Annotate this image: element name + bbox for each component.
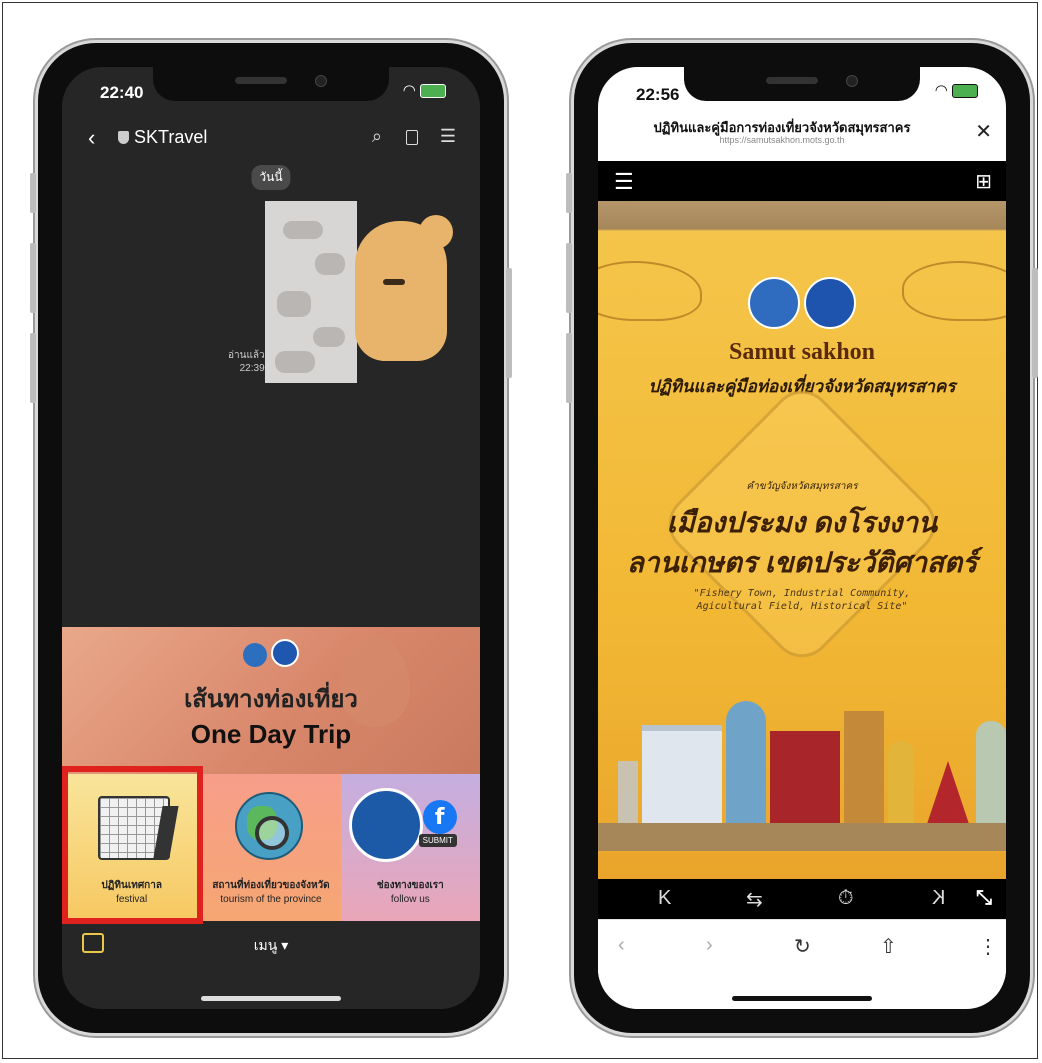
wifi-icon: ◠ <box>934 82 948 99</box>
highlight-box <box>62 766 203 924</box>
menu-label-en: follow us <box>390 894 430 905</box>
menu-label-en: tourism of the province <box>220 894 322 905</box>
back-icon[interactable]: ‹ <box>618 934 625 957</box>
battery-icon <box>952 84 978 99</box>
page-url: https://samutsakhon.mots.go.th <box>719 135 845 145</box>
forward-icon[interactable]: › <box>706 934 713 957</box>
logos <box>746 277 858 334</box>
tourism-seal-icon <box>271 639 299 667</box>
menu-icon[interactable]: ☰ <box>440 126 456 147</box>
motto-line-2: ลานเกษตร เขตประวัติศาสตร์ <box>626 547 978 578</box>
notch <box>684 67 920 101</box>
motto-english: "Fishery Town, Industrial Community, Agi… <box>598 587 1006 613</box>
shield-icon <box>118 131 129 144</box>
bear-sticker <box>265 201 453 383</box>
seal-icon <box>348 788 423 862</box>
status-icons: ◠ <box>935 81 978 99</box>
one-day-trip-banner[interactable]: เส้นทางท่องเที่ยว One Day Trip <box>62 627 480 774</box>
motto-english-2: Agicultural Field, Historical Site" <box>696 601 908 612</box>
web-screen: 22:56 ◠ ปฏิทินและคู่มือการท่องเที่ยวจังห… <box>598 67 1006 1009</box>
province-seal-icon <box>243 643 267 667</box>
logos <box>241 639 301 672</box>
date-label: วันนี้ <box>251 165 291 190</box>
status-time: 22:56 <box>636 85 680 104</box>
last-page-icon[interactable]: K <box>932 887 945 910</box>
browser-toolbar: ‹ › ↻ ⇧ ⋮ <box>598 919 1006 980</box>
site-nav-bar: ☰ ⊞ <box>598 161 1006 201</box>
home-indicator <box>732 996 872 1001</box>
flipbook-cover: Samut sakhon ปฏิทินและคู่มือท่องเที่ยวจั… <box>598 201 1006 879</box>
banner-title: เส้นทางท่องเที่ยว <box>184 686 358 713</box>
search-icon[interactable]: ⌕ <box>372 126 382 147</box>
line-chat-screen: 22:40 ◠ ‹ SKTravel ⌕ ☰ วันนี้ อ่านแล้ว 2… <box>62 67 480 1009</box>
landmarks-illustration <box>598 681 1006 851</box>
menu-tile-follow-us[interactable]: f SUBMIT ช่องทางของเรา follow us <box>340 774 480 921</box>
notes-icon[interactable] <box>406 130 418 145</box>
motto-english-1: "Fishery Town, Industrial Community, <box>693 588 911 599</box>
read-label: อ่านแล้ว <box>228 350 265 361</box>
back-icon[interactable]: ‹ <box>88 125 95 151</box>
close-icon[interactable]: ✕ <box>975 119 992 144</box>
notch <box>153 67 389 101</box>
fullscreen-icon[interactable]: ⤡ <box>976 887 992 910</box>
province-seal-icon <box>748 277 800 329</box>
whale-ornament-left <box>598 261 702 321</box>
read-time: 22:39 <box>239 363 265 374</box>
banner-subtitle: One Day Trip <box>190 719 352 749</box>
menu-toggle[interactable]: เมนู ▾ <box>62 935 480 957</box>
bottom-bar: เมนู ▾ <box>62 921 480 966</box>
poster-title-en: Samut sakhon <box>728 339 876 365</box>
menu-label-th: สถานที่ท่องเที่ยวของจังหวัด <box>212 880 330 891</box>
share-icon[interactable]: ⇧ <box>880 934 897 959</box>
right-phone: 22:56 ◠ ปฏิทินและคู่มือการท่องเที่ยวจังห… <box>566 43 1038 1033</box>
status-icons: ◠ <box>403 81 446 99</box>
timer-icon[interactable]: ⏱ <box>838 887 854 910</box>
home-indicator <box>201 996 341 1001</box>
facebook-icon: f <box>422 800 457 834</box>
tourism-seal-icon <box>804 277 856 329</box>
wifi-icon: ◠ <box>402 82 416 99</box>
read-receipt: อ่านแล้ว 22:39 <box>228 349 265 375</box>
battery-icon <box>420 84 446 99</box>
motto-heading: คำขวัญจังหวัดสมุทรสาคร <box>746 481 858 492</box>
swap-icon[interactable]: ⇆ <box>746 887 763 912</box>
submit-badge: SUBMIT <box>418 834 457 847</box>
more-icon[interactable]: ⋮ <box>978 934 998 959</box>
hamburger-icon[interactable]: ☰ <box>614 169 634 195</box>
menu-label-th: ช่องทางของเรา <box>376 880 444 891</box>
left-phone: 22:40 ◠ ‹ SKTravel ⌕ ☰ วันนี้ อ่านแล้ว 2… <box>30 43 512 1033</box>
menu-tile-tourism[interactable]: สถานที่ท่องเที่ยวของจังหวัด tourism of t… <box>201 774 341 921</box>
motto-line-1: เมืองประมง ดงโรงงาน <box>666 507 938 538</box>
status-time: 22:40 <box>100 83 144 102</box>
grid-icon[interactable]: ⊞ <box>975 169 992 194</box>
whale-ornament-right <box>902 261 1006 321</box>
flipbook-controls: K ⇆ ⏱ K ⤡ <box>598 879 1006 919</box>
reload-icon[interactable]: ↻ <box>794 934 811 959</box>
web-header: ปฏิทินและคู่มือการท่องเที่ยวจังหวัดสมุทร… <box>598 107 1006 159</box>
first-page-icon[interactable]: K <box>658 887 671 910</box>
chat-title[interactable]: SKTravel <box>134 127 207 148</box>
chat-header: ‹ SKTravel ⌕ ☰ <box>62 119 480 157</box>
